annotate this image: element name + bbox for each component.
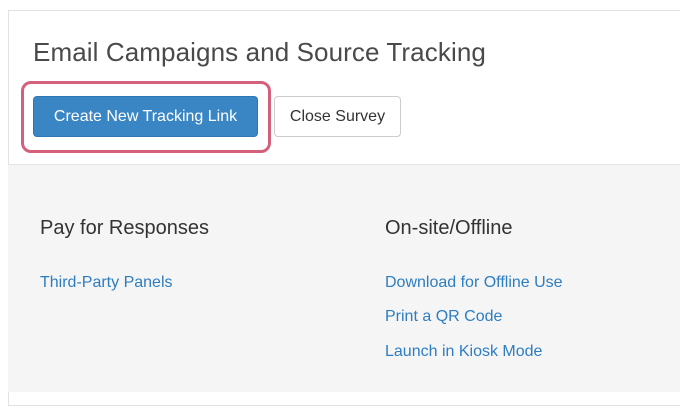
print-qr-code-link[interactable]: Print a QR Code [385,308,502,326]
page-title: Email Campaigns and Source Tracking [33,37,486,67]
section-title-onsite-offline: On-site/Offline [385,217,513,239]
close-survey-button[interactable]: Close Survey [274,96,401,137]
create-tracking-link-button[interactable]: Create New Tracking Link [33,96,258,137]
third-party-panels-link[interactable]: Third-Party Panels [40,274,173,292]
distribution-options-area: Pay for Responses Third-Party Panels On-… [8,164,680,392]
section-title-pay-for-responses: Pay for Responses [40,217,209,239]
download-offline-link[interactable]: Download for Offline Use [385,274,563,292]
kiosk-mode-link[interactable]: Launch in Kiosk Mode [385,343,542,361]
